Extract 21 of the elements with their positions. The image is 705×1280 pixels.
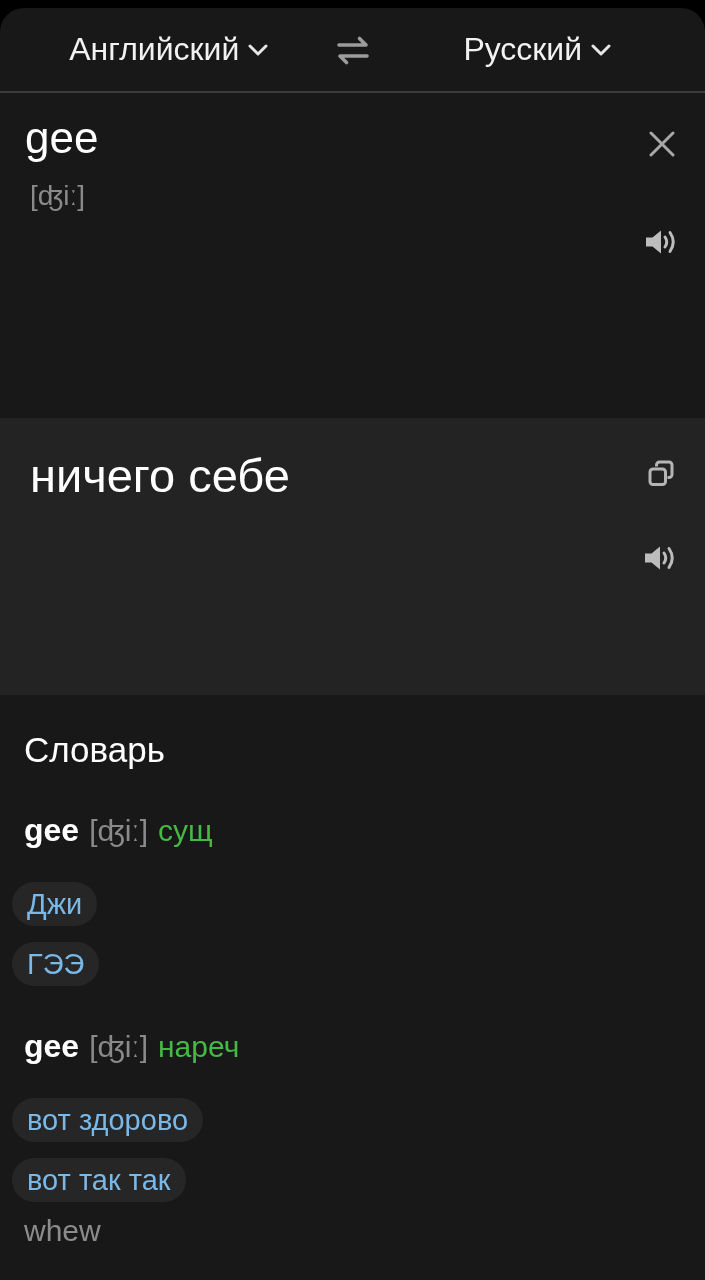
transcription-text: [ʤiː] [30,180,85,212]
source-language-button[interactable]: Английский [69,27,269,72]
dictionary-heading: Словарь [24,730,165,770]
translation-chip[interactable]: ГЭЭ [12,942,100,986]
entry-word: gee [24,1028,80,1064]
chevron-down-icon [591,43,612,56]
chevron-down-icon [248,43,269,56]
translation-chip[interactable]: вот здорово [12,1098,204,1142]
translation-chip[interactable]: Джи [12,882,98,926]
translation-chip[interactable]: вот так так [12,1158,186,1202]
part-of-speech-label: сущ [158,813,213,849]
part-of-speech-label: нареч [158,1029,240,1065]
source-text-field[interactable]: gee [25,112,225,164]
transcription-text: [ʤiː] [89,813,148,849]
meaning-text: whew [24,1213,101,1249]
transcription-text: [ʤiː] [89,1029,148,1065]
target-language-button[interactable]: Русский [463,27,612,72]
entry-word: gee [24,812,80,848]
close-icon[interactable] [649,131,675,157]
copy-icon[interactable] [648,460,674,487]
translation-text: ничего себе [30,448,291,504]
